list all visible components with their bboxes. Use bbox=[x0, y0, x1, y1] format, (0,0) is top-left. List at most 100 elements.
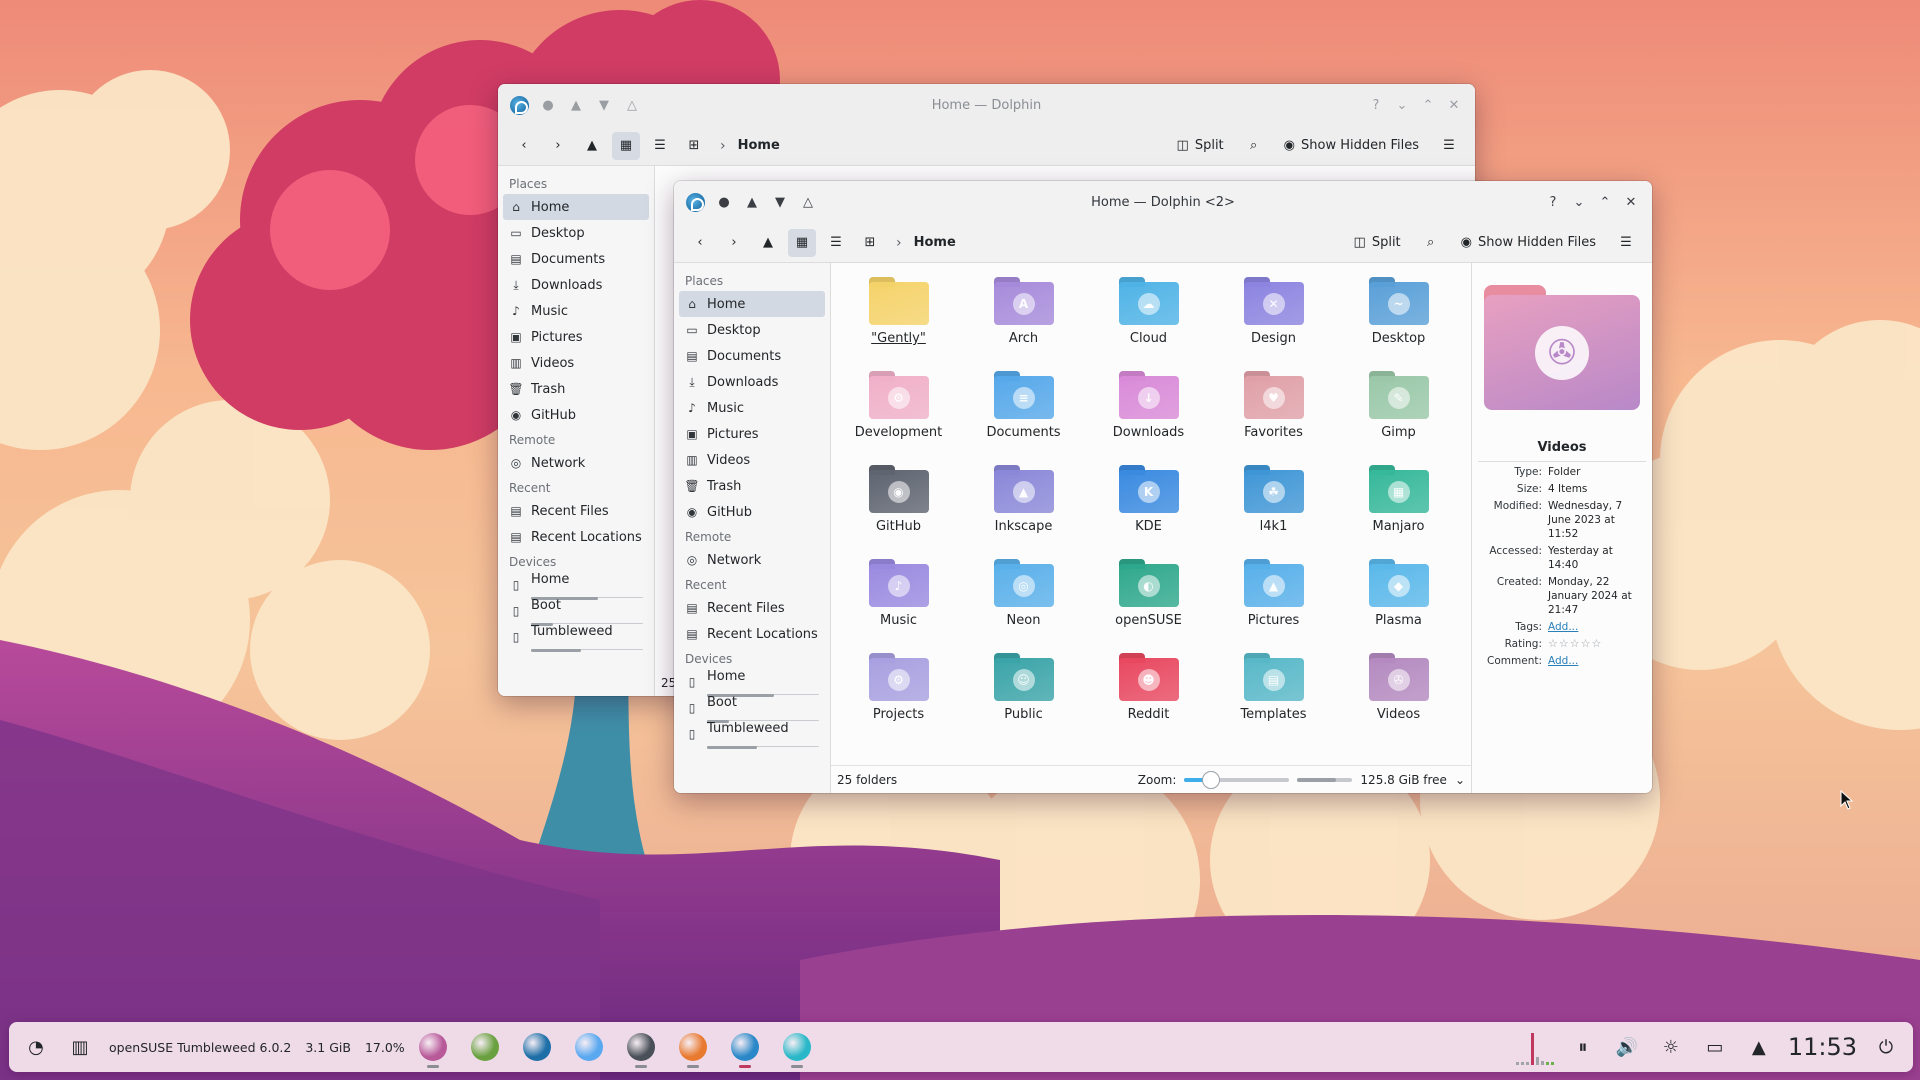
app-5-icon[interactable] bbox=[626, 1033, 655, 1068]
places-item-network[interactable]: ◎ Network bbox=[503, 450, 649, 476]
folder-item[interactable]: ◆ Plasma bbox=[1336, 559, 1461, 653]
search-icon[interactable]: ⌕ bbox=[1417, 229, 1445, 257]
power-icon[interactable]: ⏻ bbox=[1871, 1032, 1901, 1062]
device-tumbleweed[interactable]: ▯ Tumbleweed bbox=[679, 721, 825, 749]
folder-item[interactable]: ▲ Pictures bbox=[1211, 559, 1336, 653]
close-icon[interactable]: ✕ bbox=[1445, 96, 1463, 114]
maximize-icon[interactable]: ⌃ bbox=[1419, 96, 1437, 114]
minimize-icon[interactable]: ⌄ bbox=[1570, 193, 1588, 211]
places-item-downloads[interactable]: ⤓ Downloads bbox=[679, 369, 825, 395]
places-item-music[interactable]: ♪ Music bbox=[679, 395, 825, 421]
folder-item[interactable]: ◉ GitHub bbox=[836, 465, 961, 559]
zoom-slider[interactable] bbox=[1184, 770, 1290, 789]
shade-icon[interactable]: ▲ bbox=[743, 193, 761, 211]
star-icon[interactable]: ☆ bbox=[1559, 637, 1569, 651]
places-item-recent-files[interactable]: ▤ Recent Files bbox=[679, 595, 825, 621]
folder-item[interactable]: ✕ Design bbox=[1211, 277, 1336, 371]
folder-item[interactable]: A Arch bbox=[961, 277, 1086, 371]
show-hidden-button[interactable]: ◉ Show Hidden Files bbox=[1455, 229, 1602, 257]
places-item-pictures[interactable]: ▣ Pictures bbox=[679, 421, 825, 447]
places-item-desktop[interactable]: ▭ Desktop bbox=[503, 220, 649, 246]
titlebar[interactable]: ● ▲ ▼ △ Home — Dolphin ? ⌄ ⌃ ✕ bbox=[498, 84, 1475, 126]
dolphin-window-front[interactable]: ● ▲ ▼ △ Home — Dolphin <2> ? ⌄ ⌃ ✕ ‹ › ▲… bbox=[674, 181, 1652, 793]
rating-stars[interactable]: ☆ ☆ ☆ ☆ ☆ bbox=[1548, 637, 1646, 651]
dolphin-icon[interactable] bbox=[730, 1033, 759, 1068]
keep-above-icon[interactable]: ● bbox=[715, 193, 733, 211]
dolphin-logo-icon[interactable] bbox=[686, 192, 705, 212]
folder-item[interactable]: ~ Desktop bbox=[1336, 277, 1461, 371]
file-view[interactable]: "Gently" A Arch ☁ Cloud ✕ Design ~ Desktop ⚙ Devel… bbox=[831, 263, 1471, 793]
folder-item[interactable]: ≡ Documents bbox=[961, 371, 1086, 465]
star-icon[interactable]: ☆ bbox=[1592, 637, 1602, 651]
app-8-icon[interactable] bbox=[782, 1033, 811, 1068]
folder-item[interactable]: ✇ Videos bbox=[1336, 653, 1461, 747]
details-view-icon[interactable]: ☰ bbox=[646, 132, 674, 160]
app-2-icon[interactable] bbox=[470, 1033, 499, 1061]
search-icon[interactable]: ⌕ bbox=[1240, 132, 1268, 160]
maximize-icon[interactable]: ⌃ bbox=[1596, 193, 1614, 211]
places-item-pictures[interactable]: ▣ Pictures bbox=[503, 324, 649, 350]
places-item-home[interactable]: ⌂ Home bbox=[679, 291, 825, 317]
folder-item[interactable]: ☺ Public bbox=[961, 653, 1086, 747]
zoom-handle[interactable] bbox=[1201, 770, 1220, 789]
split-button[interactable]: ◫ Split bbox=[1171, 132, 1230, 160]
app-4-icon[interactable] bbox=[574, 1033, 603, 1061]
pager-icon[interactable]: ▥ bbox=[65, 1032, 95, 1062]
split-button[interactable]: ◫ Split bbox=[1348, 229, 1407, 257]
titlebar[interactable]: ● ▲ ▼ △ Home — Dolphin <2> ? ⌄ ⌃ ✕ bbox=[674, 181, 1652, 223]
folder-item[interactable]: ◎ Neon bbox=[961, 559, 1086, 653]
volume-icon[interactable]: 🔊 bbox=[1612, 1032, 1642, 1062]
folder-item[interactable]: ♪ Music bbox=[836, 559, 961, 653]
brightness-icon[interactable]: ☼ bbox=[1656, 1032, 1686, 1062]
folder-item[interactable]: ⚙ Development bbox=[836, 371, 961, 465]
folder-item[interactable]: "Gently" bbox=[836, 277, 961, 371]
places-item-network[interactable]: ◎ Network bbox=[679, 547, 825, 573]
firefox-icon[interactable] bbox=[678, 1033, 707, 1068]
application-launcher-icon[interactable]: ◔ bbox=[21, 1032, 51, 1062]
places-item-downloads[interactable]: ⤓ Downloads bbox=[503, 272, 649, 298]
folder-item[interactable]: ▤ Templates bbox=[1211, 653, 1336, 747]
places-item-home[interactable]: ⌂ Home bbox=[503, 194, 649, 220]
places-item-github[interactable]: ◉ GitHub bbox=[679, 499, 825, 525]
compact-view-icon[interactable]: ⊞ bbox=[856, 229, 884, 257]
places-item-music[interactable]: ♪ Music bbox=[503, 298, 649, 324]
places-item-desktop[interactable]: ▭ Desktop bbox=[679, 317, 825, 343]
folder-item[interactable]: ◐ openSUSE bbox=[1086, 559, 1211, 653]
places-item-videos[interactable]: ▥ Videos bbox=[503, 350, 649, 376]
back-arrow-icon[interactable]: ‹ bbox=[686, 229, 714, 257]
icons-view-icon[interactable]: ▦ bbox=[788, 228, 816, 257]
star-icon[interactable]: ☆ bbox=[1570, 637, 1580, 651]
device-boot[interactable]: ▯ Boot bbox=[503, 598, 649, 626]
icons-view-icon[interactable]: ▦ bbox=[612, 131, 640, 160]
folder-item[interactable]: ☁ Cloud bbox=[1086, 277, 1211, 371]
app-3-icon[interactable] bbox=[522, 1033, 551, 1061]
shade-icon[interactable]: ▲ bbox=[567, 96, 585, 114]
minimize-icon[interactable]: ⌄ bbox=[1393, 96, 1411, 114]
comment-add-link[interactable]: Add... bbox=[1548, 654, 1646, 668]
compact-view-icon[interactable]: ⊞ bbox=[680, 132, 708, 160]
folder-item[interactable]: ☘ l4k1 bbox=[1211, 465, 1336, 559]
device-home[interactable]: ▯ Home bbox=[679, 669, 825, 697]
folder-item[interactable]: ☻ Reddit bbox=[1086, 653, 1211, 747]
help-icon[interactable]: ? bbox=[1367, 96, 1385, 114]
star-icon[interactable]: ☆ bbox=[1548, 637, 1558, 651]
hamburger-menu-icon[interactable]: ☰ bbox=[1435, 132, 1463, 160]
folder-item[interactable]: ▦ Manjaro bbox=[1336, 465, 1461, 559]
keep-below-icon[interactable]: ▼ bbox=[595, 96, 613, 114]
places-item-recent-locations[interactable]: ▤ Recent Locations bbox=[503, 524, 649, 550]
folder-item[interactable]: ⚙ Projects bbox=[836, 653, 961, 747]
star-icon[interactable]: ☆ bbox=[1581, 637, 1591, 651]
breadcrumb-home[interactable]: Home bbox=[914, 235, 956, 250]
device-tumbleweed[interactable]: ▯ Tumbleweed bbox=[503, 624, 649, 652]
places-item-documents[interactable]: ▤ Documents bbox=[503, 246, 649, 272]
folder-item[interactable]: ✎ Gimp bbox=[1336, 371, 1461, 465]
back-arrow-icon[interactable]: ‹ bbox=[510, 132, 538, 160]
places-item-documents[interactable]: ▤ Documents bbox=[679, 343, 825, 369]
forward-arrow-icon[interactable]: › bbox=[720, 229, 748, 257]
keep-above-icon[interactable]: ● bbox=[539, 96, 557, 114]
places-item-trash[interactable]: 🗑 Trash bbox=[503, 376, 649, 402]
breadcrumb-home[interactable]: Home bbox=[738, 138, 780, 153]
folder-item[interactable]: ▲ Inkscape bbox=[961, 465, 1086, 559]
up-arrow-icon[interactable]: ▲ bbox=[578, 132, 606, 160]
up-arrow-icon[interactable]: ▲ bbox=[754, 229, 782, 257]
